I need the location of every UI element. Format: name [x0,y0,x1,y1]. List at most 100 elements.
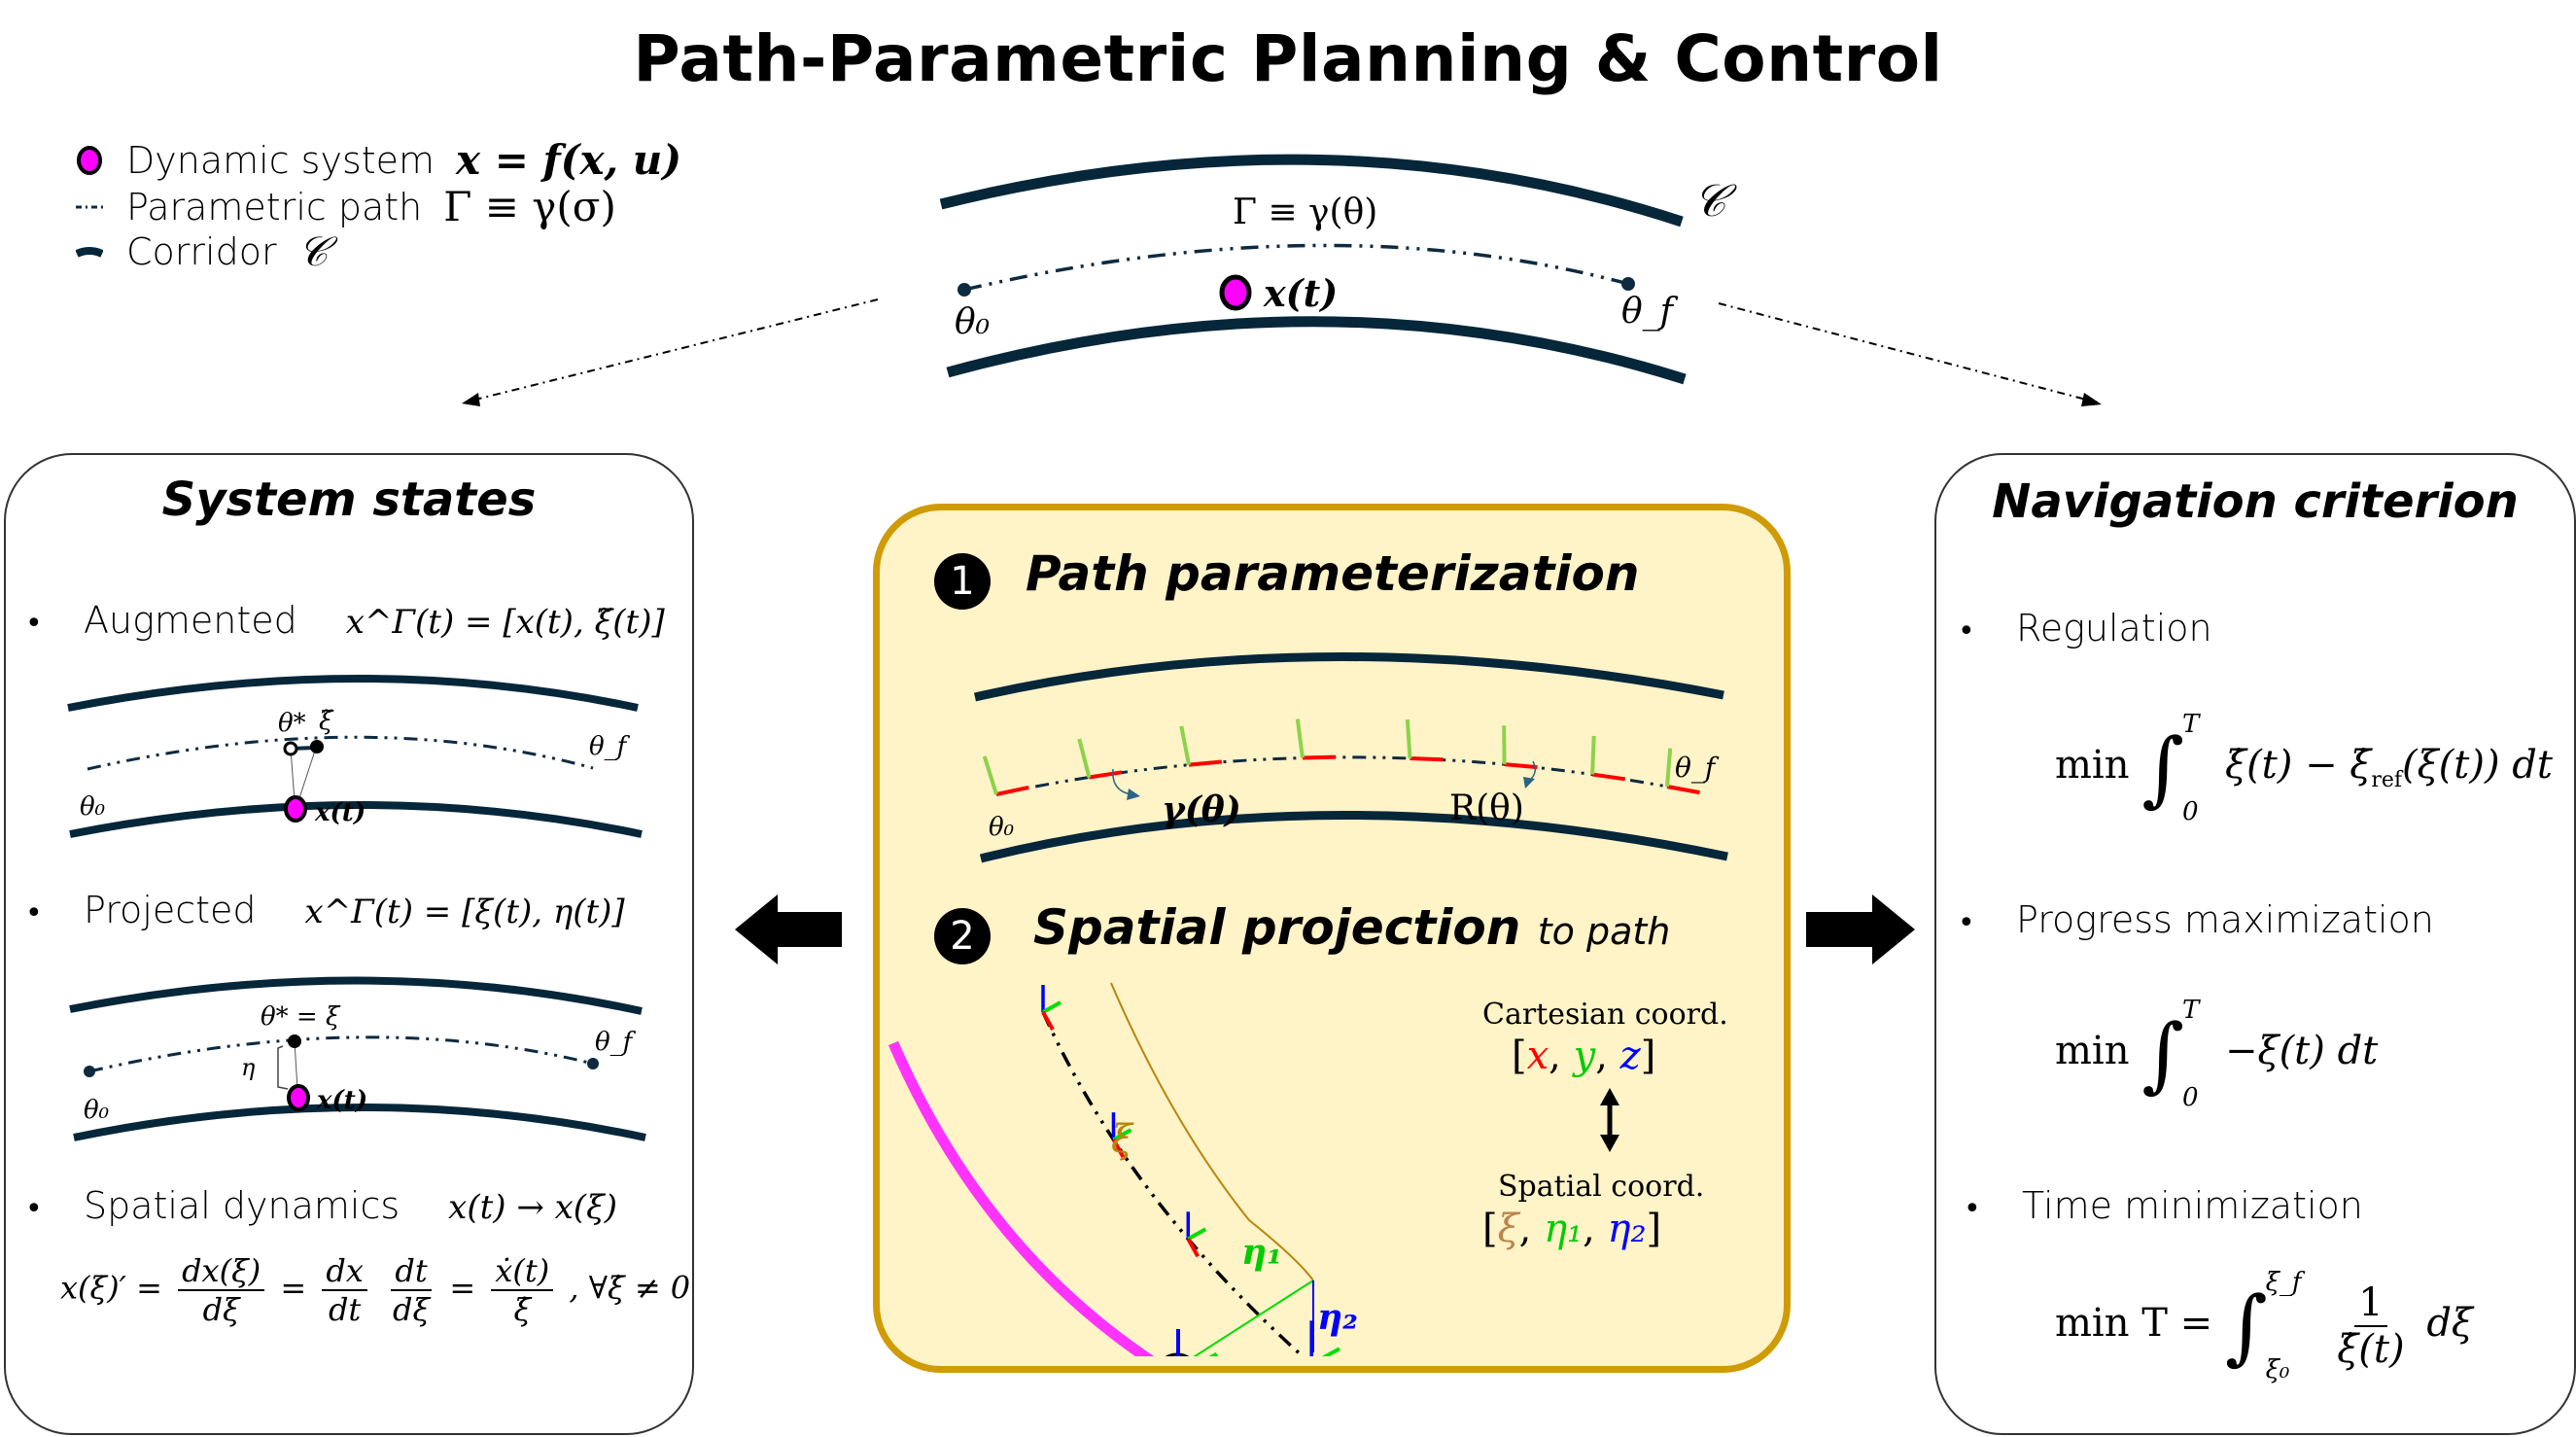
formula-tail: (ξ(t)) dt [2402,743,2553,788]
system-dot [284,795,307,823]
cartesian-coords: [x, y, z] [1512,1034,1655,1078]
start-label: θ₀ [989,813,1015,842]
gamma-label: γ(θ) [1162,789,1241,830]
start-node [957,283,971,297]
projection-line [290,748,296,802]
formula-tail: , ∀ξ̇ ≠ 0 [569,1269,691,1307]
integral-icon: ∫ [2141,720,2184,816]
system-label: x(t) [314,798,366,827]
start-label: θ₀ [84,1096,110,1125]
frame-tangent [1504,762,1538,770]
integral-limits: T0 [2182,996,2199,1112]
projection-frames [1041,985,1340,1356]
spatial-label: Spatial coord. [1498,1170,1704,1204]
coord-eta1: η₁ [1544,1207,1583,1251]
eta2-label: η₂ [1317,1297,1358,1338]
rotation-label: R(θ) [1449,789,1524,828]
progress-formula: min ∫ T 0 −ξ(t) dt [2055,996,2378,1112]
frame-normal [1590,735,1596,775]
frame-normal [982,755,998,795]
state-item-projected: • Projected x^Γ(t) = [ξ(t), η(t)] [25,889,625,931]
item-equation: x^Γ(t) = [x(t), ξ̃(t)] [345,603,665,642]
panel-title: Navigation criterion [1992,474,2519,529]
fraction: 1 ξ̇(t) [2333,1280,2408,1372]
arrow-right-icon [1806,894,1915,964]
comma: , [1031,1352,1056,1356]
formula-op: min T = [2055,1301,2213,1346]
bracket: ] [1647,1207,1662,1251]
path-frames [982,718,1700,796]
eta1-line [1193,1279,1314,1356]
integral-icon: ∫ [2224,1279,2268,1374]
integral-limits: T0 [2182,710,2199,826]
frame-axis-y [1321,1347,1340,1356]
bracket: [ [994,1352,1010,1356]
end-label: θ_f [595,1028,637,1057]
numerator: dt [391,1252,432,1291]
step-2-title: Spatial projection to path [1033,899,1670,956]
corridor-label: 𝒞 [1693,174,1737,227]
comma: , [1549,1034,1573,1078]
criterion-item-progress: • Progress maximization [1958,898,2434,941]
projected-diagram: x(t) θ* = ξ η θ₀ θ_f [69,976,646,1141]
eta-label: η [241,1054,256,1081]
xi-node [288,1034,301,1048]
system-label: x(t) [316,1086,367,1115]
formula-lhs: x(ξ)′ = [60,1269,162,1307]
bullet: • [25,607,43,641]
cartesian-label: Cartesian coord. [1482,998,1728,1032]
system-trajectory [888,1040,1155,1356]
end-label: θ_f [1675,752,1720,784]
comma: , [1078,1352,1102,1356]
frame-axis-y [1042,1000,1062,1014]
eta-line [294,1040,298,1090]
rotation-pointer [1528,760,1536,782]
denominator: dξ [393,1291,431,1328]
theta-star-node [283,741,298,756]
coord-z: z [1102,1352,1125,1356]
path-parameterization-diagram: γ(θ) R(θ) θ₀ θ_f [974,652,1728,863]
xi-arc-length [1110,982,1314,1281]
corridor-lower [946,316,1687,385]
system-coords: [x, y, z] [994,1352,1138,1356]
integrand: −ξ(t) dt [2225,1029,2379,1073]
flow-arrow-left [470,298,879,402]
frame-axis-x [1041,1011,1055,1031]
item-equation: x(t) → x(ξ) [448,1188,618,1227]
end-label: θ_f [1621,292,1679,332]
numerator: 1 [2354,1280,2387,1327]
item-label: Projected [84,889,257,931]
bracket: [ [1482,1207,1498,1251]
bracket: ] [1641,1034,1656,1078]
coord-eta2: η₂ [1608,1207,1647,1251]
coord-y: y [1572,1034,1597,1078]
eta-brace [277,1045,289,1090]
numerator: dx [322,1252,367,1291]
augmented-diagram: x(t) θ* ξ̃ θ₀ θ_f [67,675,643,838]
criterion-item-time: • Time minimization [1964,1184,2363,1227]
bullet: • [1958,906,1975,940]
corridor-upper [974,652,1724,702]
theta-star-label: θ* = ξ [261,1002,341,1032]
bullet: • [1958,614,1975,648]
state-item-augmented: • Augmented x^Γ(t) = [x(t), ξ̃(t)] [25,599,665,642]
denominator: ξ̇(t) [2337,1327,2405,1372]
step-1-badge: 1 [934,553,991,610]
step-1-title: Path parameterization [1026,545,1640,602]
coord-x: x [1527,1034,1549,1078]
coord-z: z [1619,1034,1642,1078]
integral-limits: ξ_f ξ₀ [2266,1268,2302,1384]
denominator: dt [328,1291,362,1328]
equals: = [280,1269,307,1307]
path-projection-panel: 1 Path parameterization γ(θ) R(θ) θ₀ θ_f… [873,504,1791,1373]
arrowhead-left-icon [462,393,480,406]
item-label: Spatial dynamics [84,1184,400,1227]
subscript: ref [2371,768,2403,792]
criterion-item-regulation: • Regulation [1958,607,2212,649]
state-item-spatial-dynamics: • Spatial dynamics x(t) → x(ξ) [25,1184,617,1227]
upper-limit: ξ_f [2265,1268,2302,1297]
step-2-subtitle: to path [1537,910,1671,953]
time-formula: min T = ∫ ξ_f ξ₀ 1 ξ̇(t) dξ [2055,1268,2473,1384]
system-dot [287,1084,310,1111]
corridor-upper [69,976,643,1015]
